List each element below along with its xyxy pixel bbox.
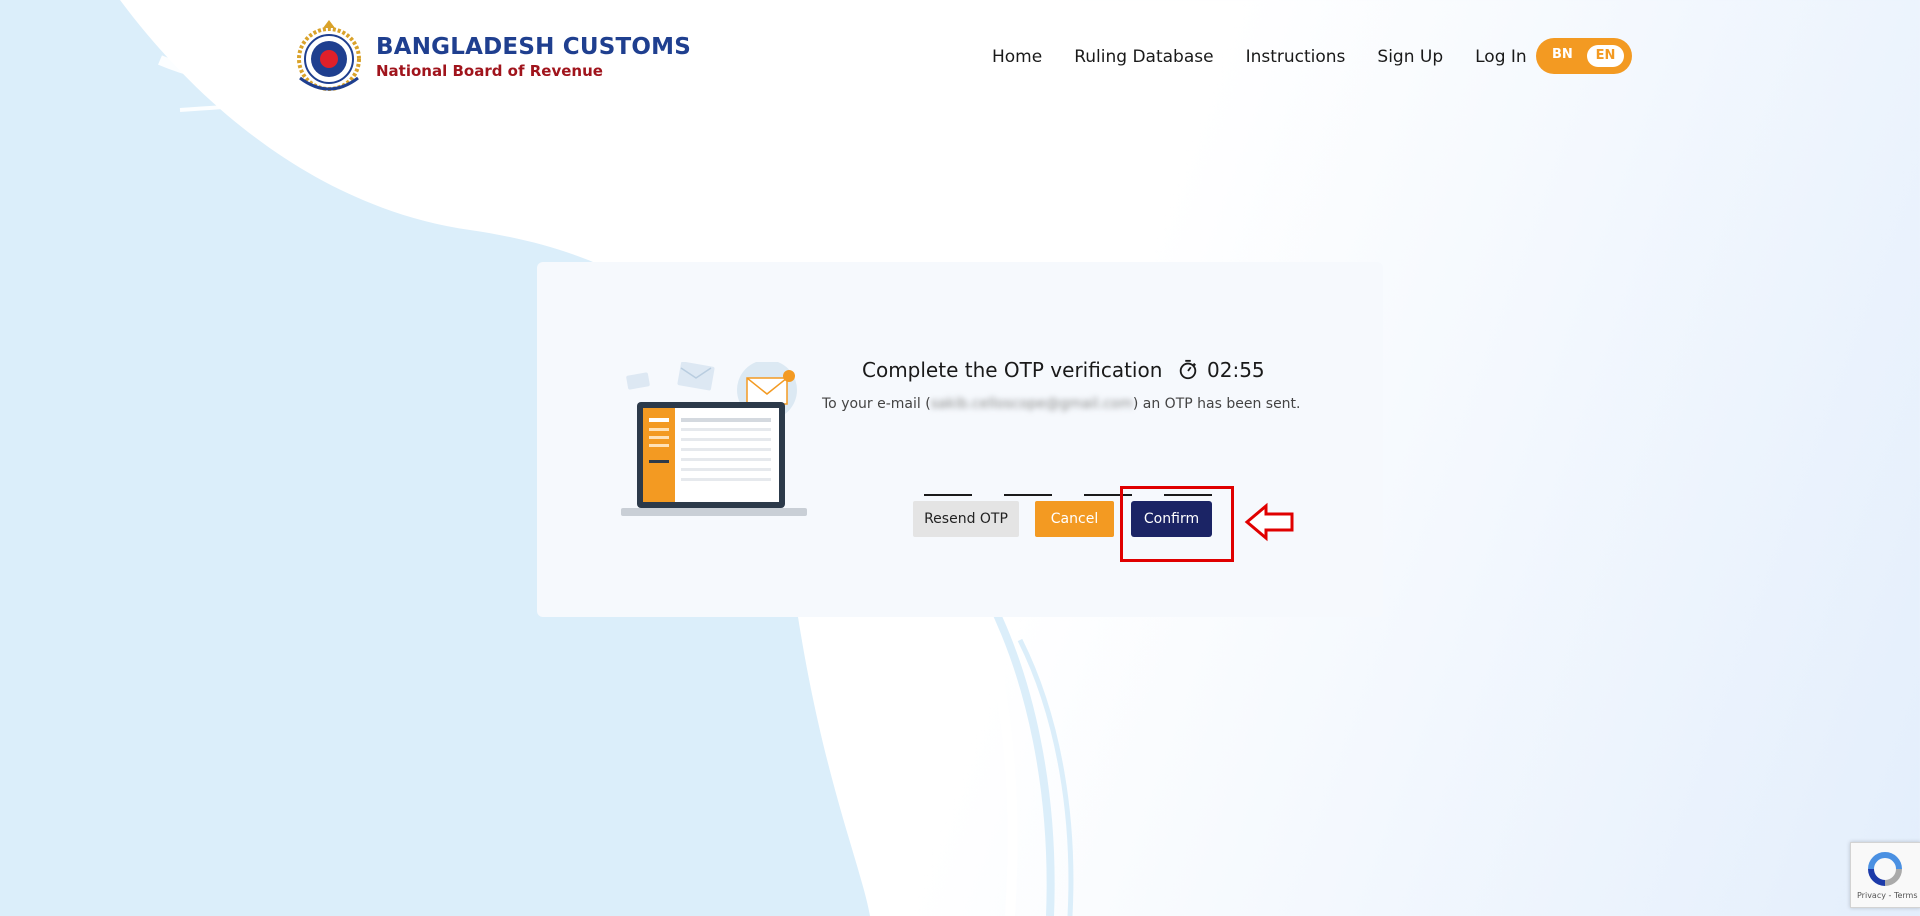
timer-value: 02:55 xyxy=(1207,358,1265,382)
arrow-left-icon xyxy=(1244,502,1294,542)
cancel-button[interactable]: Cancel xyxy=(1035,501,1114,537)
language-toggle[interactable]: BN EN xyxy=(1536,38,1632,74)
nav-log-in[interactable]: Log In xyxy=(1475,46,1527,68)
lang-en-option[interactable]: EN xyxy=(1587,45,1624,67)
nav-instructions[interactable]: Instructions xyxy=(1246,46,1346,68)
recaptcha-terms[interactable]: Privacy - Terms xyxy=(1857,891,1918,900)
otp-email: sakib.celloscope@gmail.com xyxy=(930,396,1133,412)
otp-digit-1[interactable] xyxy=(924,462,972,496)
recaptcha-badge[interactable]: Privacy - Terms xyxy=(1850,842,1920,908)
otp-message-prefix: To your e-mail ( xyxy=(822,396,931,412)
confirm-button[interactable]: Confirm xyxy=(1131,501,1212,537)
nav-sign-up[interactable]: Sign Up xyxy=(1377,46,1443,68)
otp-input-group xyxy=(924,462,1244,496)
logo-subtitle: National Board of Revenue xyxy=(376,62,603,80)
otp-message: To your e-mail (sakib.celloscope@gmail.c… xyxy=(822,396,1301,412)
laptop-email-illustration xyxy=(621,362,807,516)
otp-timer: 02:55 xyxy=(1177,358,1265,382)
otp-card: Complete the OTP verification 02:55 To y… xyxy=(537,262,1383,617)
lang-bn-option[interactable]: BN xyxy=(1552,47,1573,62)
customs-emblem-logo xyxy=(297,20,361,91)
otp-message-suffix: ) an OTP has been sent. xyxy=(1132,396,1301,412)
logo-title: BANGLADESH CUSTOMS xyxy=(376,34,691,60)
otp-digit-4[interactable] xyxy=(1164,462,1212,496)
otp-title: Complete the OTP verification xyxy=(862,358,1163,382)
nav-home[interactable]: Home xyxy=(992,46,1042,68)
stopwatch-icon xyxy=(1179,359,1197,380)
recaptcha-icon xyxy=(1868,852,1902,886)
site-logo[interactable]: BANGLADESH CUSTOMS National Board of Rev… xyxy=(290,18,691,96)
otp-digit-3[interactable] xyxy=(1084,462,1132,496)
nav-ruling-database[interactable]: Ruling Database xyxy=(1074,46,1213,68)
main-nav: Home Ruling Database Instructions Sign U… xyxy=(992,46,1559,68)
otp-digit-2[interactable] xyxy=(1004,462,1052,496)
resend-otp-button[interactable]: Resend OTP xyxy=(913,501,1019,537)
